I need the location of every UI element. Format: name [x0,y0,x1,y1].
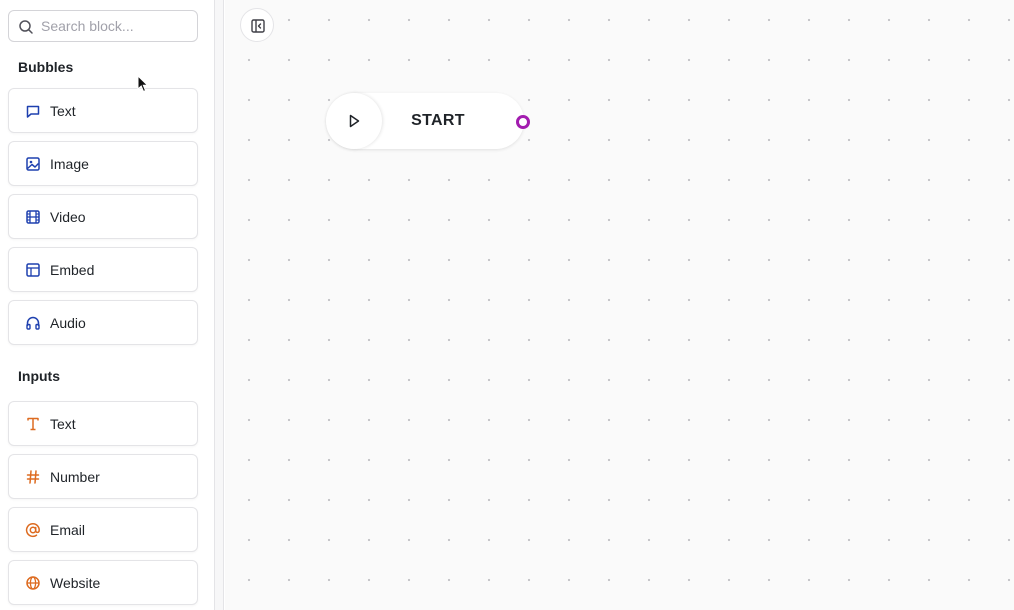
block-sidebar: Bubbles Text Image Video [0,0,215,610]
block-label: Text [50,103,76,119]
globe-icon [26,576,40,590]
toggle-sidebar-button[interactable] [240,8,274,42]
search-icon [19,20,33,34]
block-label: Email [50,522,86,538]
text-type-icon [27,417,39,431]
inputs-section-title: Inputs [18,368,60,384]
flow-canvas[interactable] [225,0,1014,610]
chat-bubble-icon [26,105,40,118]
input-block-email[interactable]: Email [8,507,198,552]
bubble-block-text[interactable]: Text [8,88,198,133]
image-icon [26,157,40,171]
play-icon [349,114,360,128]
start-node-label: START [411,112,465,129]
start-node[interactable]: START [326,93,524,149]
block-label: Audio [50,315,86,331]
film-icon [26,210,40,224]
start-play-button[interactable] [326,93,382,149]
block-label: Text [50,416,76,432]
block-label: Image [50,156,89,172]
mouse-cursor-icon [137,75,149,93]
sidebar-collapse-icon [251,19,265,33]
bubble-block-video[interactable]: Video [8,194,198,239]
input-block-number[interactable]: Number [8,454,198,499]
layout-icon [26,263,40,277]
bubble-block-audio[interactable]: Audio [8,300,198,345]
input-block-text[interactable]: Text [8,401,198,446]
search-input[interactable] [41,11,193,41]
sidebar-resize-handle[interactable] [215,0,224,610]
start-node-output-endpoint[interactable] [516,115,530,129]
search-block-field[interactable] [8,10,198,42]
block-label: Number [50,469,100,485]
block-label: Embed [50,262,95,278]
bubble-block-embed[interactable]: Embed [8,247,198,292]
block-label: Website [50,575,101,591]
block-label: Video [50,209,86,225]
bubbles-section-title: Bubbles [18,59,74,75]
at-sign-icon [25,523,40,538]
bubble-block-image[interactable]: Image [8,141,198,186]
headphones-icon [26,316,40,330]
hash-icon [26,470,40,484]
input-block-website[interactable]: Website [8,560,198,605]
